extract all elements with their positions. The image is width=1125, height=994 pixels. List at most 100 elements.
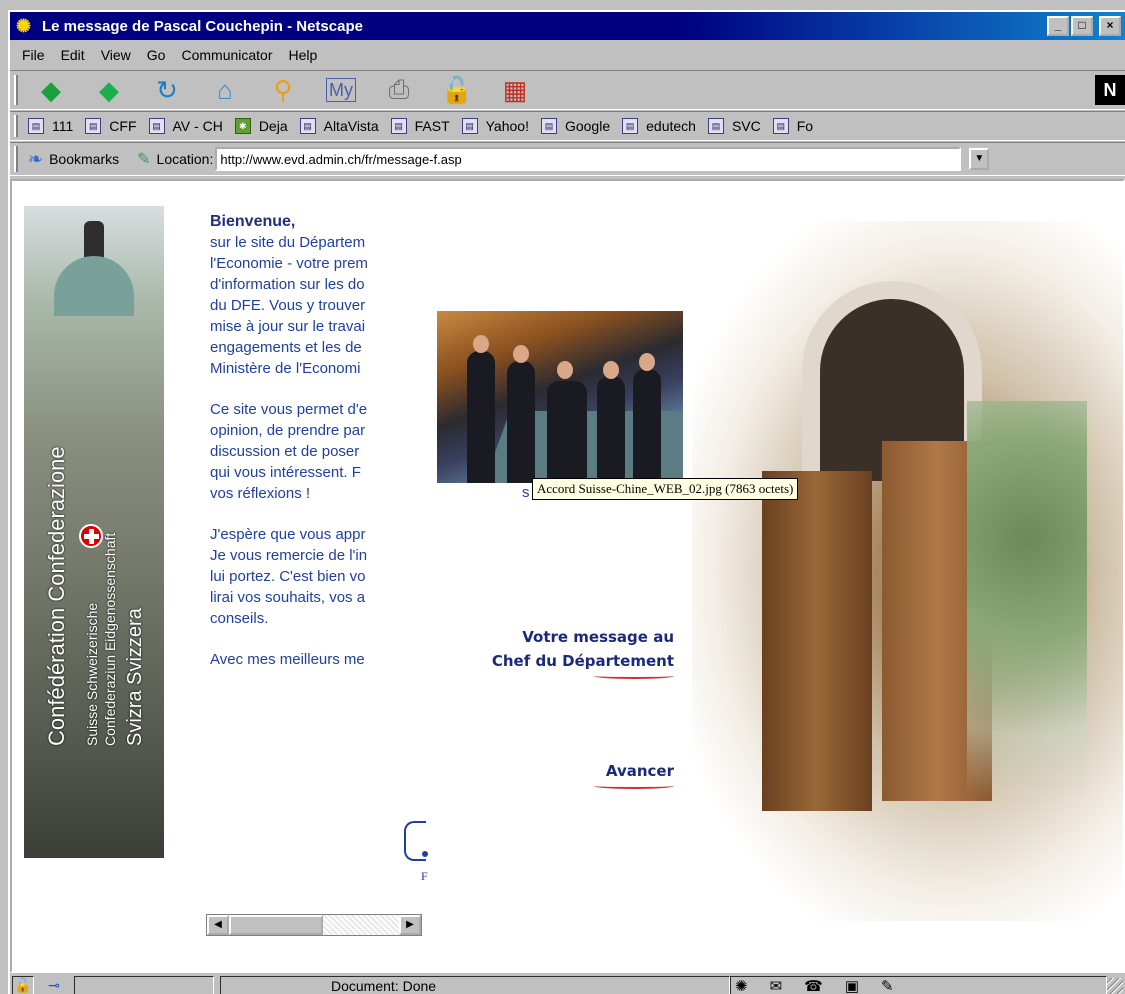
- back-button[interactable]: ◆: [28, 73, 74, 107]
- discussion-icon[interactable]: ☎: [804, 977, 823, 994]
- addressbook-icon[interactable]: ▣: [845, 977, 859, 994]
- security-status-icon[interactable]: 🔓: [12, 976, 34, 994]
- welcome-line: Ministère de l'Economi: [210, 360, 361, 377]
- menu-view[interactable]: View: [93, 47, 139, 63]
- avancer-link[interactable]: Avancer: [462, 759, 674, 789]
- toolbar-grip[interactable]: [14, 74, 18, 106]
- ivy-shape: [967, 401, 1087, 861]
- toolbar-grip[interactable]: [14, 114, 18, 138]
- welcome-line: lui portez. C'est bien vo: [210, 568, 366, 585]
- netscape-app-icon: ✺: [16, 16, 32, 36]
- scroll-right-button[interactable]: ▶: [399, 915, 421, 935]
- welcome-text: Bienvenue, sur le site du Départem l'Eco…: [210, 211, 432, 670]
- scroll-left-button[interactable]: ◀: [207, 915, 229, 935]
- bookmark-label: SVC: [731, 118, 761, 134]
- red-swoosh: [594, 673, 674, 679]
- menu-communicator[interactable]: Communicator: [173, 47, 280, 63]
- person-head-shape: [639, 353, 655, 371]
- bookmark-edutech[interactable]: ▤ edutech: [622, 118, 696, 134]
- back-arrow-icon: ◆: [41, 74, 61, 105]
- netscape-logo[interactable]: N: [1095, 75, 1125, 105]
- person-head-shape: [513, 345, 529, 363]
- bookmark-fast[interactable]: ▤ FAST: [390, 118, 450, 134]
- partial-text: s: [522, 484, 530, 501]
- bookmark-cff[interactable]: ▤ CFF: [85, 118, 137, 134]
- link-line: Avancer: [605, 762, 674, 780]
- person-shape: [467, 351, 495, 483]
- reload-button[interactable]: ↻: [144, 73, 190, 107]
- red-swoosh: [594, 783, 674, 789]
- resize-grip[interactable]: [1107, 977, 1123, 994]
- home-button[interactable]: ⌂: [202, 73, 248, 107]
- welcome-line: du DFE. Vous y trouver: [210, 297, 366, 314]
- bookmark-deja[interactable]: ✱ Deja: [234, 118, 288, 134]
- mail-icon[interactable]: ✉: [770, 977, 783, 994]
- menu-edit[interactable]: Edit: [53, 47, 93, 63]
- minimize-button[interactable]: _: [1047, 16, 1069, 36]
- welcome-line: qui vous intéressent. F: [210, 464, 361, 481]
- status-text: Document: Done: [220, 976, 730, 994]
- bookmark-page-icon: ▤: [461, 118, 478, 134]
- maximize-button[interactable]: □: [1071, 16, 1093, 36]
- partial-text: F: [421, 869, 428, 883]
- url-dropdown-button[interactable]: ▼: [969, 148, 990, 170]
- print-button[interactable]: ⎙: [376, 73, 422, 107]
- navigator-icon[interactable]: ✺: [735, 977, 748, 994]
- location-icon[interactable]: ✎: [137, 149, 150, 169]
- bookmark-page-icon: ▤: [622, 118, 639, 134]
- bookmark-svc[interactable]: ▤ SVC: [707, 118, 761, 134]
- bookmark-label: AV - CH: [172, 118, 223, 134]
- toolbar-grip[interactable]: [14, 146, 18, 172]
- bookmark-page-icon: ▤: [707, 118, 724, 134]
- personal-toolbar: ▤ 111 ▤ CFF ▤ AV - CH ✱ Deja ▤ AltaVista ▤ FAS…: [10, 111, 1125, 141]
- bookmark-label: Google: [564, 118, 611, 134]
- menu-bar: File Edit View Go Communicator Help: [10, 42, 1125, 68]
- welcome-line: J'espère que vous appr: [210, 526, 366, 543]
- welcome-line: mise à jour sur le travai: [210, 318, 366, 335]
- security-button[interactable]: 🔓: [434, 73, 480, 107]
- bookmark-page-icon: ▤: [85, 118, 102, 134]
- bookmark-fo[interactable]: ▤ Fo: [772, 118, 813, 134]
- composer-icon[interactable]: ✎: [881, 977, 894, 994]
- connection-icon: ⊸: [48, 977, 60, 993]
- page-content: Confédération Confederazione Suisse Schw…: [10, 179, 1125, 973]
- bookmark-label: AltaVista: [323, 118, 379, 134]
- scroll-thumb[interactable]: [229, 915, 323, 935]
- chevron-down-icon: ▼: [974, 153, 985, 164]
- scroll-track[interactable]: [229, 915, 399, 935]
- bookmarks-icon: ❧: [28, 148, 44, 169]
- horizontal-scrollbar[interactable]: ◀ ▶: [206, 914, 422, 936]
- welcome-line: Avec mes meilleurs me: [210, 651, 365, 668]
- bookmark-label: 111: [52, 118, 74, 134]
- link-line: Chef du Département: [491, 652, 674, 670]
- bookmark-page-icon: ▤: [148, 118, 165, 134]
- bookmark-av-ch[interactable]: ▤ AV - CH: [148, 118, 223, 134]
- forward-button[interactable]: ◆: [86, 73, 132, 107]
- person-shape: [507, 361, 535, 483]
- welcome-line: conseils.: [210, 610, 269, 627]
- bookmarks-button[interactable]: ❧ Bookmarks: [28, 149, 119, 170]
- menu-go[interactable]: Go: [139, 47, 174, 63]
- banner-text-line: Suisse Schweizerische: [84, 602, 100, 746]
- url-input[interactable]: [215, 147, 962, 171]
- stop-button[interactable]: ▦: [492, 73, 538, 107]
- menu-help[interactable]: Help: [281, 47, 326, 63]
- bookmark-page-icon: ▤: [540, 118, 557, 134]
- search-button[interactable]: ⚲: [260, 73, 306, 107]
- close-button[interactable]: ×: [1099, 16, 1121, 36]
- home-icon: ⌂: [217, 74, 233, 105]
- security-lock-icon: 🔓: [440, 74, 474, 105]
- accord-suisse-chine-photo[interactable]: [437, 311, 683, 483]
- bookmark-google[interactable]: ▤ Google: [540, 118, 611, 134]
- banner-text-line: Confédération Confederazione: [44, 446, 69, 746]
- guide-button[interactable]: My: [326, 78, 356, 102]
- bookmark-111[interactable]: ▤ 111: [28, 118, 73, 134]
- bookmark-yahoo[interactable]: ▤ Yahoo!: [461, 118, 529, 134]
- bookmark-label: edutech: [646, 118, 696, 134]
- image-tooltip: Accord Suisse-Chine_WEB_02.jpg (7863 oct…: [532, 478, 799, 500]
- bookmark-altavista[interactable]: ▤ AltaVista: [299, 118, 379, 134]
- link-line: Votre message au: [522, 628, 674, 646]
- votre-message-link[interactable]: Votre message au Chef du Département: [462, 625, 674, 679]
- menu-file[interactable]: File: [14, 47, 53, 63]
